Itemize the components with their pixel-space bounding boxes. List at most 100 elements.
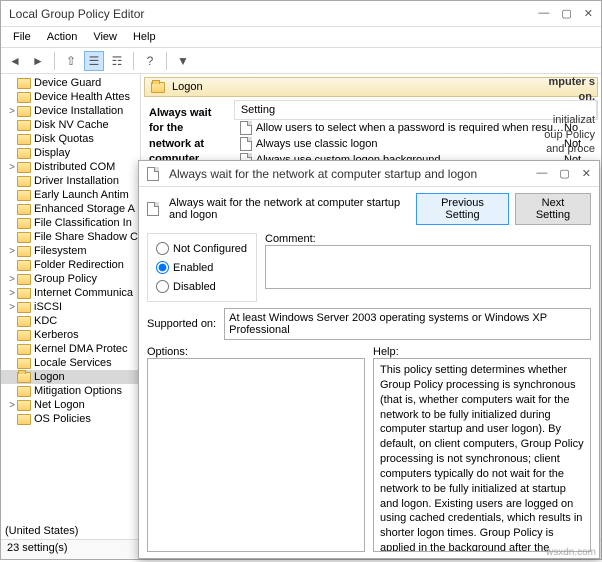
tree-label: Disk Quotas [34, 133, 94, 145]
tree-item[interactable]: >Net Logon [1, 398, 140, 412]
folder-icon [17, 204, 31, 215]
tree-item[interactable]: Mitigation Options [1, 384, 140, 398]
menu-file[interactable]: File [7, 29, 37, 45]
next-setting-button[interactable]: Next Setting [515, 193, 591, 225]
tree-item[interactable]: Logon [1, 370, 140, 384]
tree-item[interactable]: >Device Installation [1, 104, 140, 118]
folder-icon [17, 344, 31, 355]
tree-item[interactable]: KDC [1, 314, 140, 328]
page-icon [240, 121, 252, 135]
tree-label: Filesystem [34, 245, 87, 257]
page-icon [147, 202, 159, 216]
forward-icon[interactable]: ► [28, 51, 48, 71]
options-box[interactable] [147, 358, 365, 552]
tree-label: Disk NV Cache [34, 119, 109, 131]
folder-icon [17, 386, 31, 397]
col-setting[interactable]: Setting [235, 101, 597, 119]
folder-icon [17, 92, 31, 103]
tree-item[interactable]: OS Policies [1, 412, 140, 426]
folder-icon [17, 316, 31, 327]
folder-icon [17, 372, 31, 383]
status-locale: (United States) [5, 525, 78, 537]
tree-item[interactable]: Driver Installation [1, 174, 140, 188]
supported-text: At least Windows Server 2003 operating s… [224, 308, 591, 340]
up-icon[interactable]: ⇧ [61, 51, 81, 71]
radio-not-configured[interactable]: Not Configured [156, 242, 248, 255]
tree-item[interactable]: >iSCSI [1, 300, 140, 314]
tree-label: iSCSI [34, 301, 62, 313]
radio-enabled[interactable]: Enabled [156, 261, 248, 274]
tree-label: Group Policy [34, 273, 97, 285]
tree-item[interactable]: Early Launch Antim [1, 188, 140, 202]
tree-item[interactable]: Enhanced Storage A [1, 202, 140, 216]
dialog-maximize-icon[interactable]: ▢ [559, 167, 569, 180]
tree-item[interactable]: Display [1, 146, 140, 160]
previous-setting-button[interactable]: Previous Setting [416, 193, 509, 225]
tree-item[interactable]: File Classification In [1, 216, 140, 230]
folder-icon [17, 148, 31, 159]
tree-item[interactable]: >Group Policy [1, 272, 140, 286]
folder-icon [17, 288, 31, 299]
tree-item[interactable]: >Filesystem [1, 244, 140, 258]
main-title: Local Group Policy Editor [9, 7, 144, 21]
list-icon[interactable]: ☶ [107, 51, 127, 71]
state-radios: Not Configured Enabled Disabled [147, 233, 257, 302]
dialog-minimize-icon[interactable]: — [536, 167, 547, 180]
tree-label: Locale Services [34, 357, 112, 369]
tree-label: Kernel DMA Protec [34, 343, 128, 355]
tree-item[interactable]: Locale Services [1, 356, 140, 370]
menu-view[interactable]: View [87, 29, 123, 45]
back-icon[interactable]: ◄ [5, 51, 25, 71]
tree-label: Kerberos [34, 329, 79, 341]
close-icon[interactable]: ✕ [584, 7, 593, 20]
dialog-close-icon[interactable]: ✕ [582, 167, 591, 180]
tree-item[interactable]: >Distributed COM [1, 160, 140, 174]
comment-textbox[interactable] [265, 245, 591, 289]
tree-item[interactable]: File Share Shadow C [1, 230, 140, 244]
tree-item[interactable]: Kernel DMA Protec [1, 342, 140, 356]
help-text[interactable]: This policy setting determines whether G… [373, 358, 591, 552]
maximize-icon[interactable]: ▢ [561, 7, 571, 20]
folder-icon [17, 302, 31, 313]
tree-label: Logon [34, 371, 65, 383]
tree-label: File Share Shadow C [34, 231, 138, 243]
help-icon[interactable]: ? [140, 51, 160, 71]
tree-label: Driver Installation [34, 175, 119, 187]
comment-label: Comment: [265, 233, 591, 245]
main-menubar: File Action View Help [1, 27, 601, 48]
tree-label: Enhanced Storage A [34, 203, 135, 215]
folder-icon [17, 176, 31, 187]
dialog-titlebar[interactable]: Always wait for the network at computer … [139, 161, 599, 187]
tree-label: Device Guard [34, 77, 101, 89]
tree-label: Net Logon [34, 399, 85, 411]
folder-icon [17, 414, 31, 425]
tree-item[interactable]: >Internet Communica [1, 286, 140, 300]
tree-item[interactable]: Disk Quotas [1, 132, 140, 146]
tree-item[interactable]: Folder Redirection [1, 258, 140, 272]
filter-icon[interactable]: ▼ [173, 51, 193, 71]
folder-icon [17, 274, 31, 285]
crumb-label: Logon [172, 81, 203, 93]
folder-icon [17, 232, 31, 243]
menu-help[interactable]: Help [127, 29, 162, 45]
tree-label: Folder Redirection [34, 259, 124, 271]
tree-item[interactable]: Kerberos [1, 328, 140, 342]
details-icon[interactable]: ☰ [84, 51, 104, 71]
folder-icon [17, 106, 31, 117]
tree-item[interactable]: Device Health Attes [1, 90, 140, 104]
supported-label: Supported on: [147, 318, 216, 330]
tree-label: Early Launch Antim [34, 189, 129, 201]
tree-item[interactable]: Device Guard [1, 76, 140, 90]
folder-icon [17, 260, 31, 271]
tree-label: Mitigation Options [34, 385, 122, 397]
breadcrumb: Logon [144, 77, 598, 97]
minimize-icon[interactable]: — [538, 7, 549, 20]
tree-pane[interactable]: Device GuardDevice Health Attes>Device I… [1, 74, 141, 539]
tree-item[interactable]: Disk NV Cache [1, 118, 140, 132]
folder-icon [17, 134, 31, 145]
policy-dialog: Always wait for the network at computer … [138, 160, 600, 559]
status-count: 23 setting(s) [7, 542, 68, 557]
tree-label: Device Installation [34, 105, 123, 117]
menu-action[interactable]: Action [41, 29, 84, 45]
radio-disabled[interactable]: Disabled [156, 280, 248, 293]
